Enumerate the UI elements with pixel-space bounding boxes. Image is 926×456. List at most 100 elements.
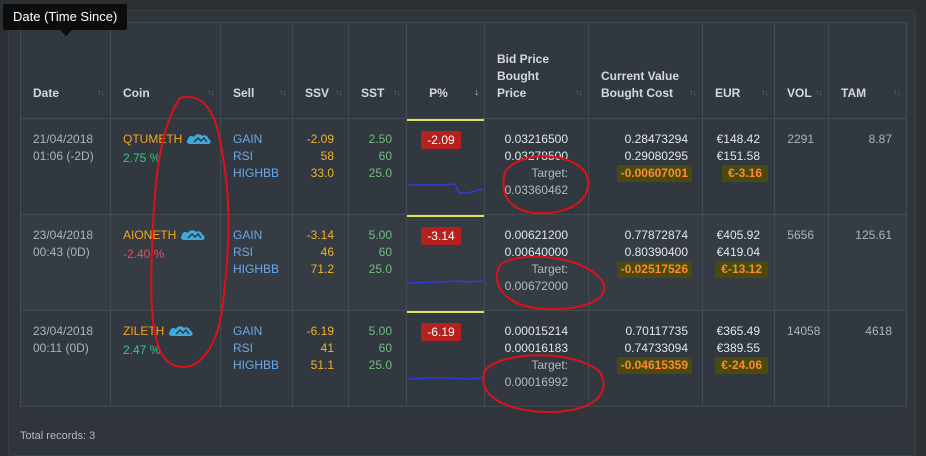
col-vol[interactable]: VOL ↑↓	[774, 22, 829, 119]
vol-value: 2291	[787, 132, 814, 146]
sort-icon[interactable]: ↑↓	[97, 84, 105, 101]
sort-icon[interactable]: ↑↓	[335, 84, 343, 101]
bought-price: 0.00016183	[504, 341, 568, 355]
app-page: Date (Time Since) Date ↑↓ Coin ↑↓ Sell ↑↓ S…	[0, 0, 926, 456]
sst-rsi: 60	[378, 149, 392, 163]
sort-icon[interactable]: ↑↓	[575, 84, 583, 101]
eur-bought: €151.58	[716, 149, 760, 163]
col-sell[interactable]: Sell ↑↓	[220, 22, 293, 119]
col-date-label: Date	[33, 86, 60, 100]
value-diff: -0.00607001	[616, 165, 692, 182]
time-since: 00:11 (0D)	[33, 341, 89, 355]
eur-cell: €148.42 €151.58 €-3.16	[702, 118, 775, 215]
sort-icon[interactable]: ↑↓	[815, 84, 823, 101]
sort-icon[interactable]: ↑↓	[393, 84, 401, 101]
bid-price: 0.00015214	[504, 324, 568, 338]
date-value: 23/04/2018	[33, 324, 94, 338]
col-tam[interactable]: TAM ↑↓	[828, 22, 907, 119]
bid-price: 0.00621200	[504, 228, 568, 242]
sort-icon[interactable]: ↑↓	[893, 84, 901, 101]
sell-cell: GAIN RSI HIGHBB	[220, 118, 293, 215]
tooltip-arrow	[60, 30, 72, 36]
target-label: Target:	[531, 166, 568, 180]
col-eur-label: EUR	[715, 86, 741, 100]
ssv-rsi: 41	[320, 341, 334, 355]
vol-value: 5656	[787, 228, 814, 242]
tam-cell: 4618	[828, 310, 907, 407]
eur-current: €365.49	[716, 324, 760, 338]
eur-diff: €-3.16	[721, 165, 768, 182]
table-row[interactable]: 23/04/2018 00:11 (0D) ZILETH 2.47 % GAIN RSI H…	[20, 310, 907, 407]
col-vol-label: VOL	[787, 86, 812, 100]
pct-badge: -3.14	[421, 227, 461, 245]
sort-icon[interactable]: ↑↓	[207, 84, 215, 101]
vol-cell: 5656	[774, 214, 829, 311]
col-bid-label-3: Price	[497, 86, 527, 100]
col-eur[interactable]: EUR ↑↓	[702, 22, 775, 119]
col-coin[interactable]: Coin ↑↓	[110, 22, 221, 119]
time-since: 00:43 (0D)	[33, 245, 90, 259]
pct-badge: -2.09	[421, 131, 461, 149]
eur-current: €405.92	[716, 228, 760, 242]
tam-value: 4618	[865, 324, 892, 338]
ssv-gain: -6.19	[306, 324, 334, 338]
sort-icon[interactable]: ↑↓	[689, 84, 697, 101]
sst-cell: 5.00 60 25.0	[348, 214, 407, 311]
col-current-label: Current Value	[601, 69, 680, 83]
pct-sparkline	[407, 377, 484, 380]
col-current[interactable]: Current Value Bought Cost ↑↓	[588, 22, 703, 119]
sort-icon[interactable]: ↑↓	[279, 84, 287, 101]
pct-top-line	[407, 119, 484, 121]
date-value: 21/04/2018	[33, 132, 94, 146]
coin-name[interactable]: AIONETH	[123, 228, 176, 242]
bought-price: 0.03278500	[504, 149, 568, 163]
sell-cell: GAIN RSI HIGHBB	[220, 310, 293, 407]
sell-rsi: RSI	[233, 149, 254, 163]
ssv-highbb: 33.0	[310, 166, 334, 180]
bid-price: 0.03216500	[504, 132, 568, 146]
ssv-gain: -3.14	[306, 228, 334, 242]
tam-cell: 125.61	[828, 214, 907, 311]
col-sst-label: SST	[361, 86, 385, 100]
col-sst[interactable]: SST ↑↓	[348, 22, 407, 119]
col-ssv[interactable]: SSV ↑↓	[292, 22, 349, 119]
sort-desc-icon[interactable]: ↓	[475, 84, 479, 101]
pct-top-line	[407, 311, 484, 313]
col-pct[interactable]: P% ↓	[406, 22, 485, 119]
date-cell: 23/04/2018 00:11 (0D)	[20, 310, 111, 407]
sell-rsi: RSI	[233, 341, 254, 355]
sst-rsi: 60	[378, 245, 392, 259]
col-sell-label: Sell	[233, 86, 255, 100]
coin-change: -2.40 %	[123, 247, 165, 261]
coin-name[interactable]: QTUMETH	[123, 132, 182, 146]
coin-cell: AIONETH -2.40 %	[110, 214, 221, 311]
cloud-icon[interactable]	[180, 229, 206, 246]
table-row[interactable]: 21/04/2018 01:06 (-2D) QTUMETH 2.75 % GAIN RS…	[20, 118, 907, 215]
coin-name[interactable]: ZILETH	[123, 324, 164, 338]
sst-highbb: 25.0	[368, 166, 392, 180]
col-bid[interactable]: Bid Price Bought Price ↑↓	[484, 22, 589, 119]
cloud-icon[interactable]	[186, 133, 212, 150]
eur-diff: €-24.06	[715, 357, 768, 374]
sort-icon[interactable]: ↑↓	[761, 84, 769, 101]
eur-cell: €405.92 €419.04 €-13.12	[702, 214, 775, 311]
cloud-icon[interactable]	[168, 325, 194, 342]
table-row[interactable]: 23/04/2018 00:43 (0D) AIONETH -2.40 % GAIN RS…	[20, 214, 907, 311]
col-date[interactable]: Date ↑↓	[20, 22, 111, 119]
current-value: 0.77872874	[624, 228, 688, 242]
pct-cell: -2.09	[406, 118, 485, 215]
date-cell: 23/04/2018 00:43 (0D)	[20, 214, 111, 311]
col-bid-label: Bid Price	[497, 52, 550, 66]
tam-value: 125.61	[855, 228, 892, 242]
target-value: 0.03360462	[504, 183, 568, 197]
sst-highbb: 25.0	[368, 262, 392, 276]
ssv-highbb: 71.2	[310, 262, 334, 276]
bid-cell: 0.00621200 0.00640000 Target: 0.00672000	[484, 214, 589, 311]
sst-cell: 2.50 60 25.0	[348, 118, 407, 215]
vol-value: 14058	[787, 324, 821, 338]
total-records: Total records: 3	[20, 430, 96, 442]
ssv-cell: -2.09 58 33.0	[292, 118, 349, 215]
date-value: 23/04/2018	[33, 228, 94, 242]
value-diff: -0.02517526	[616, 261, 692, 278]
col-bid-label-2: Bought	[497, 69, 539, 83]
